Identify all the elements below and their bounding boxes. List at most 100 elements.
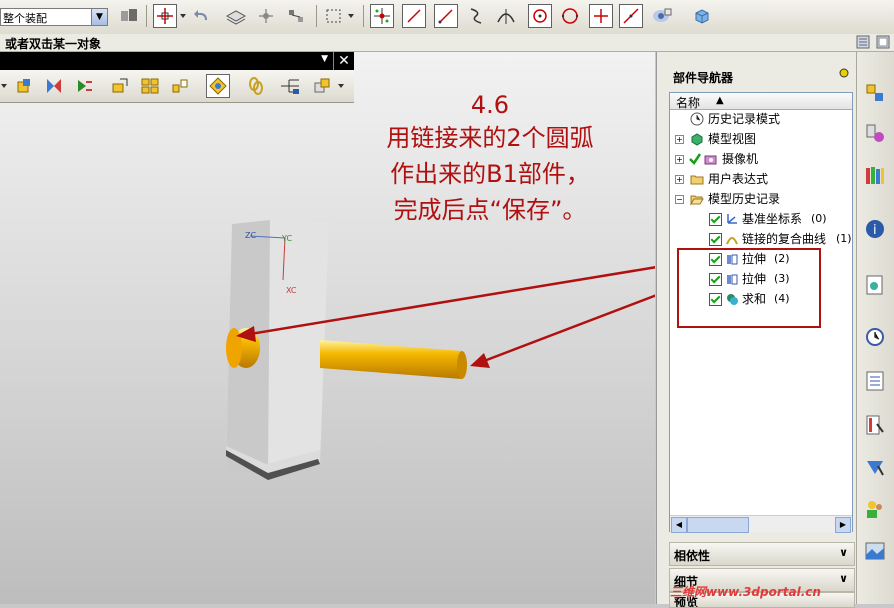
annotation-line: 用链接来的2个圆弧: [386, 124, 594, 152]
visibility-checkbox[interactable]: [709, 213, 722, 226]
scroll-left-icon[interactable]: ◀: [671, 517, 687, 533]
cue-line-bar: 或者双击某一对象: [0, 34, 894, 52]
resource-toggle-icon[interactable]: [876, 35, 890, 52]
layer-icon[interactable]: [224, 4, 248, 28]
tree-node-linked-curve[interactable]: 链接的复合曲线 (1): [670, 229, 852, 249]
wave-geometry-icon[interactable]: [206, 74, 230, 98]
component-pattern-icon[interactable]: [138, 74, 162, 98]
point-icon[interactable]: [254, 4, 278, 28]
expand-icon[interactable]: +: [675, 135, 684, 144]
collapse-icon[interactable]: −: [675, 195, 684, 204]
folder-open-icon: [690, 192, 704, 206]
tree-node-label: 链接的复合曲线: [742, 232, 827, 246]
circle-icon[interactable]: [558, 4, 582, 28]
camera-icon: [704, 152, 718, 166]
hd3d-tools-icon[interactable]: i: [862, 216, 888, 242]
diagonal-line-icon[interactable]: [434, 4, 458, 28]
chevron-down-icon[interactable]: ∨: [839, 546, 848, 559]
chevron-down-icon[interactable]: [346, 4, 356, 28]
zc-label: ZC: [245, 231, 256, 240]
chevron-down-icon[interactable]: ∨: [839, 572, 848, 585]
mate-icon[interactable]: [42, 74, 66, 98]
circle-point-icon[interactable]: [528, 4, 552, 28]
assembly-navigator-icon[interactable]: [862, 80, 888, 106]
undo-icon[interactable]: [190, 4, 214, 28]
roles-icon[interactable]: [862, 496, 888, 522]
assembly-floating-toolbar: ▼ ✕: [0, 52, 354, 103]
part-navigator: 部件导航器 名称 ▲ 历史记录模式 + 模型视图 + 摄像机 + 用户表达式 −…: [656, 52, 857, 608]
chevron-down-icon[interactable]: ▼: [321, 54, 328, 64]
chevron-down-icon[interactable]: [178, 4, 188, 28]
watermark-text: 三维网www.3dportal.cn: [670, 585, 821, 599]
expand-icon[interactable]: +: [675, 175, 684, 184]
annotation-step-number: 4.6: [470, 91, 510, 119]
snap-point-icon[interactable]: [153, 4, 177, 28]
clock-icon: [690, 112, 704, 126]
highlight-box: [677, 248, 821, 328]
tangent-arc-icon[interactable]: [494, 4, 518, 28]
navigator-toggle-icon[interactable]: [856, 35, 870, 52]
process-studio-icon[interactable]: [862, 368, 888, 394]
view-icon[interactable]: [650, 4, 674, 28]
chevron-down-icon[interactable]: ▼: [91, 9, 107, 25]
selection-filter-combo[interactable]: 整个装配 ▼: [0, 8, 108, 26]
resource-bar: i: [856, 52, 894, 604]
tree-node-label: 历史记录模式: [708, 112, 781, 126]
folder-icon: [690, 172, 704, 186]
dropdown-icon[interactable]: [0, 74, 8, 98]
history-icon[interactable]: [862, 324, 888, 350]
system-scenes-icon[interactable]: [862, 454, 888, 480]
web-browser-icon[interactable]: [862, 272, 888, 298]
assembly-icon[interactable]: [117, 4, 141, 28]
reference-set-icon[interactable]: [278, 74, 302, 98]
tree-node-label: 基准坐标系: [742, 212, 803, 226]
svg-text:i: i: [873, 223, 877, 238]
select-box-icon[interactable]: [322, 4, 346, 28]
angled-line-icon[interactable]: [619, 4, 643, 28]
system-materials-icon[interactable]: [862, 538, 888, 564]
expand-icon[interactable]: +: [675, 155, 684, 164]
link-icon[interactable]: [244, 74, 268, 98]
check-icon: [688, 152, 702, 166]
tree-node-index: (1): [836, 232, 852, 245]
tree-node-user-expressions[interactable]: + 用户表达式: [670, 169, 852, 189]
role-palette-icon[interactable]: [862, 412, 888, 438]
annotation-line: 完成后点“保存”。: [393, 196, 587, 224]
toolbar-separator: [146, 5, 147, 27]
cue-line-text: 或者双击某一对象: [5, 37, 102, 51]
curve-icon[interactable]: [464, 4, 488, 28]
yc-label: YC: [281, 234, 292, 243]
xc-label: XC: [286, 286, 297, 295]
datum-csys-icon: [725, 212, 739, 226]
cross-line-icon[interactable]: [589, 4, 613, 28]
tree-node-datum-csys[interactable]: 基准坐标系 (0): [670, 209, 852, 229]
move-icon[interactable]: [370, 4, 394, 28]
scrollbar-thumb[interactable]: [687, 517, 749, 533]
sort-ascending-icon[interactable]: ▲: [716, 95, 724, 106]
tree-node-index: (0): [811, 212, 827, 225]
reuse-library-icon[interactable]: [862, 162, 888, 188]
tree-node-model-history[interactable]: − 模型历史记录: [670, 189, 852, 209]
scroll-right-icon[interactable]: ▶: [835, 517, 851, 533]
pin-icon[interactable]: [838, 67, 850, 82]
mirror-icon[interactable]: [168, 74, 192, 98]
add-component-icon[interactable]: [12, 74, 36, 98]
tree-column-header[interactable]: 名称 ▲: [670, 93, 852, 110]
close-icon[interactable]: ✕: [333, 52, 354, 70]
floating-toolbar-titlebar[interactable]: ▼ ✕: [0, 52, 354, 70]
constraint-icon[interactable]: [108, 74, 132, 98]
visibility-checkbox[interactable]: [709, 233, 722, 246]
section-dependencies[interactable]: 相依性 ∨: [669, 542, 855, 566]
annotation-callout: 4.6 用链接来的2个圆弧 作出来的B1部件， 完成后点“保存”。: [330, 90, 650, 228]
tree-node-model-views[interactable]: + 模型视图: [670, 129, 852, 149]
line-icon[interactable]: [402, 4, 426, 28]
horizontal-scrollbar[interactable]: ◀ ▶: [670, 515, 852, 533]
reposition-icon[interactable]: [72, 74, 96, 98]
part-navigator-icon[interactable]: [862, 120, 888, 146]
tree-node-cameras[interactable]: + 摄像机: [670, 149, 852, 169]
annotation-line: 作出来的B1部件，: [390, 160, 590, 188]
tree-node-history-mode[interactable]: 历史记录模式: [670, 109, 852, 129]
block-icon[interactable]: [690, 4, 714, 28]
model-view-icon: [690, 132, 704, 146]
measure-icon[interactable]: [284, 4, 308, 28]
